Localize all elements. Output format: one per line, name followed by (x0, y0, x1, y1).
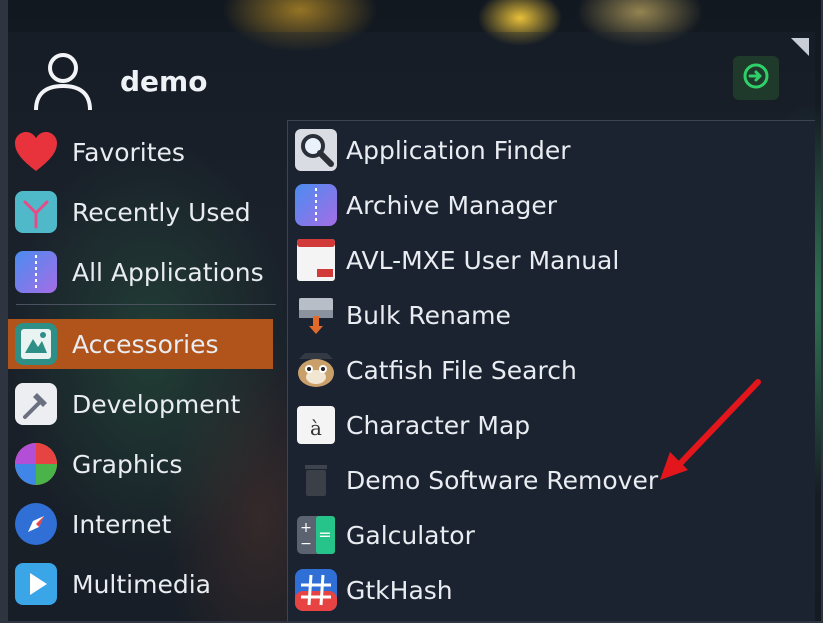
category-development[interactable]: Development (8, 379, 273, 429)
user-header: demo (30, 46, 207, 116)
category-internet[interactable]: Internet (8, 499, 273, 549)
app-character-map[interactable]: à Character Map (288, 399, 808, 451)
username: demo (120, 64, 208, 98)
hash-icon (292, 566, 340, 614)
app-label: Galculator (346, 520, 475, 550)
logout-button[interactable] (733, 56, 779, 100)
archive-icon (292, 181, 340, 229)
app-label: Archive Manager (346, 190, 558, 220)
svg-text:à: à (310, 416, 322, 440)
app-label: GtkHash (346, 575, 453, 605)
category-favorites[interactable]: Favorites (8, 127, 273, 177)
magnifier-icon (292, 126, 340, 174)
logout-icon (741, 61, 771, 95)
trash-icon (292, 456, 340, 504)
accessories-icon (12, 320, 60, 368)
svg-text:+: + (300, 520, 312, 536)
app-label: Catfish File Search (346, 355, 577, 385)
svg-text:=: = (318, 525, 331, 544)
bulk-rename-icon (292, 291, 340, 339)
category-accessories[interactable]: Accessories (8, 319, 273, 369)
character-map-icon: à (292, 401, 340, 449)
graphics-icon (12, 440, 60, 488)
calculator-icon: + − = (292, 511, 340, 559)
catfish-icon (292, 346, 340, 394)
app-galculator[interactable]: + − = Galculator (288, 509, 808, 561)
app-label: Bulk Rename (346, 300, 511, 330)
app-demo-software-remover[interactable]: Demo Software Remover (288, 454, 808, 506)
category-recently-used[interactable]: Recently Used (8, 187, 273, 237)
compass-icon (12, 500, 60, 548)
category-label: Internet (72, 509, 172, 539)
app-label: Demo Software Remover (346, 465, 659, 495)
application-menu: demo Favorites Recently Used All Applica… (8, 32, 815, 623)
app-bulk-rename[interactable]: Bulk Rename (288, 289, 808, 341)
category-separator (16, 304, 276, 305)
category-graphics[interactable]: Graphics (8, 439, 273, 489)
category-label: Recently Used (72, 197, 251, 227)
pdf-icon (292, 236, 340, 284)
user-avatar-icon (30, 48, 96, 114)
play-icon (12, 560, 60, 608)
category-label: All Applications (72, 257, 264, 287)
app-label: Character Map (346, 410, 531, 440)
app-label: Application Finder (346, 135, 571, 165)
category-label: Multimedia (72, 569, 211, 599)
recent-icon (12, 188, 60, 236)
resize-grip[interactable] (791, 38, 809, 56)
category-all-applications[interactable]: All Applications (8, 247, 273, 297)
hammer-icon (12, 380, 60, 428)
all-apps-icon (12, 248, 60, 296)
heart-icon (12, 128, 60, 176)
category-multimedia[interactable]: Multimedia (8, 559, 273, 609)
app-avl-mxe-user-manual[interactable]: AVL-MXE User Manual (288, 234, 808, 286)
app-application-finder[interactable]: Application Finder (288, 124, 808, 176)
app-gtkhash[interactable]: GtkHash (288, 564, 808, 616)
category-label: Favorites (72, 137, 185, 167)
app-archive-manager[interactable]: Archive Manager (288, 179, 808, 231)
category-label: Graphics (72, 449, 183, 479)
app-label: AVL-MXE User Manual (346, 245, 620, 275)
application-list: Application Finder Archive Manager AVL-M… (287, 120, 815, 623)
category-label: Accessories (72, 329, 219, 359)
app-catfish-file-search[interactable]: Catfish File Search (288, 344, 808, 396)
category-label: Development (72, 389, 241, 419)
svg-text:−: − (300, 536, 312, 552)
